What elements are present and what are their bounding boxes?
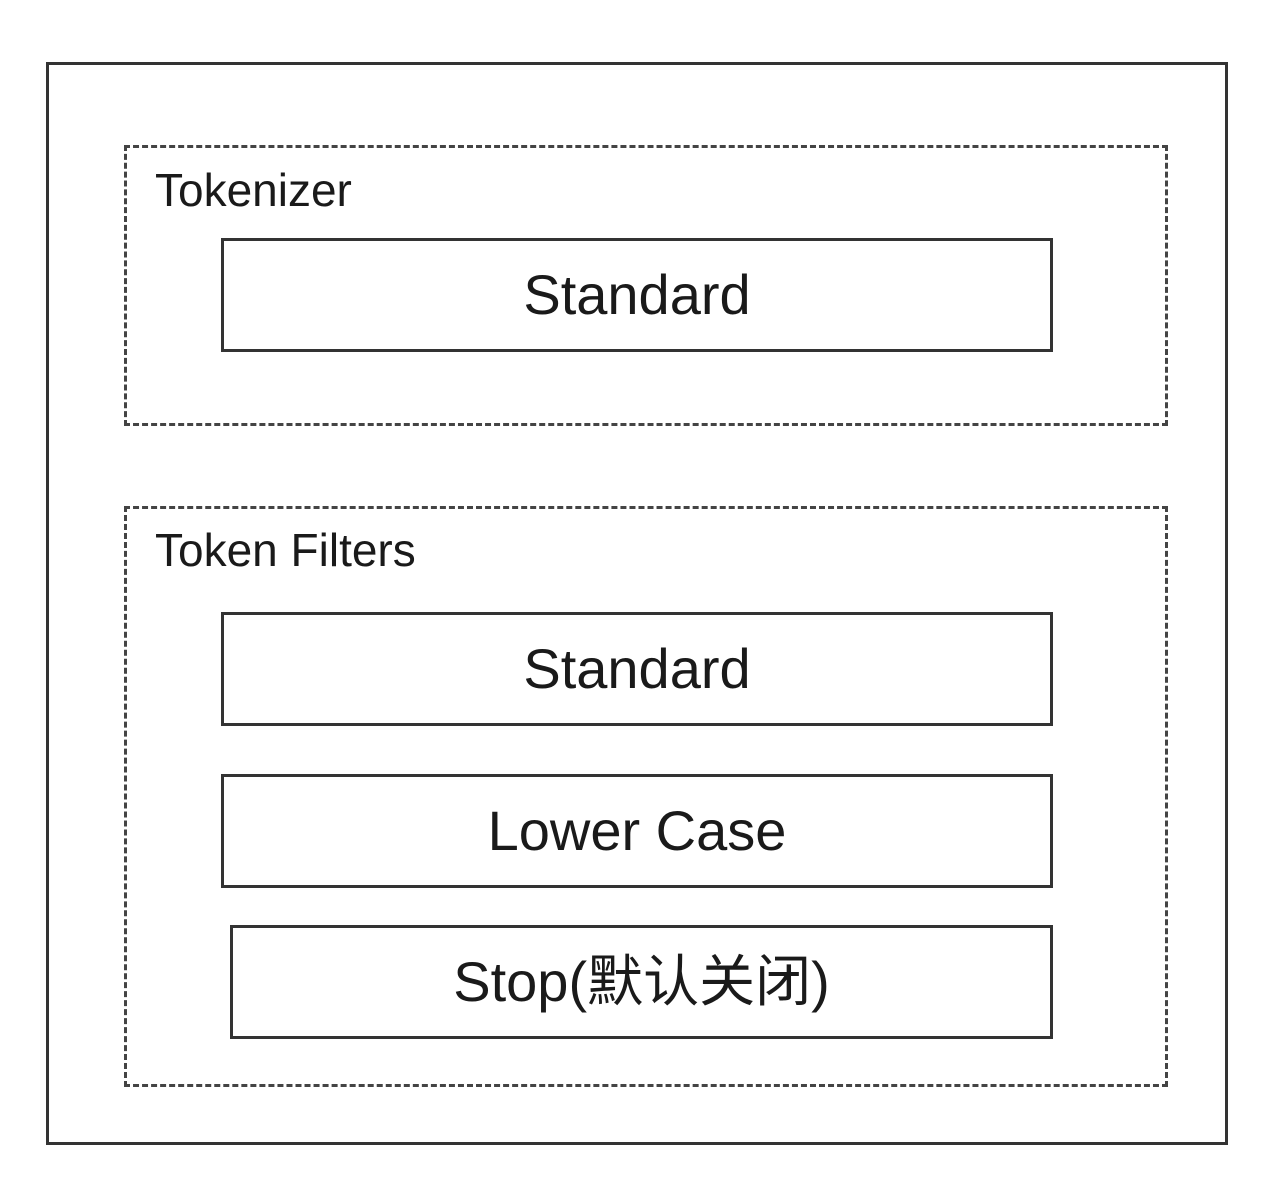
filter-lower-case-box: Lower Case bbox=[221, 774, 1053, 888]
tokenizer-standard-label: Standard bbox=[523, 263, 751, 326]
filter-standard-box: Standard bbox=[221, 612, 1053, 726]
tokenizer-standard-box: Standard bbox=[221, 238, 1053, 352]
filter-standard-label: Standard bbox=[523, 637, 751, 700]
filter-lower-case-label: Lower Case bbox=[487, 799, 787, 862]
filter-stop-label: Stop(默认关闭) bbox=[453, 950, 830, 1013]
token-filters-title: Token Filters bbox=[155, 524, 416, 576]
filter-stop-box: Stop(默认关闭) bbox=[230, 925, 1053, 1039]
tokenizer-title: Tokenizer bbox=[155, 164, 352, 216]
